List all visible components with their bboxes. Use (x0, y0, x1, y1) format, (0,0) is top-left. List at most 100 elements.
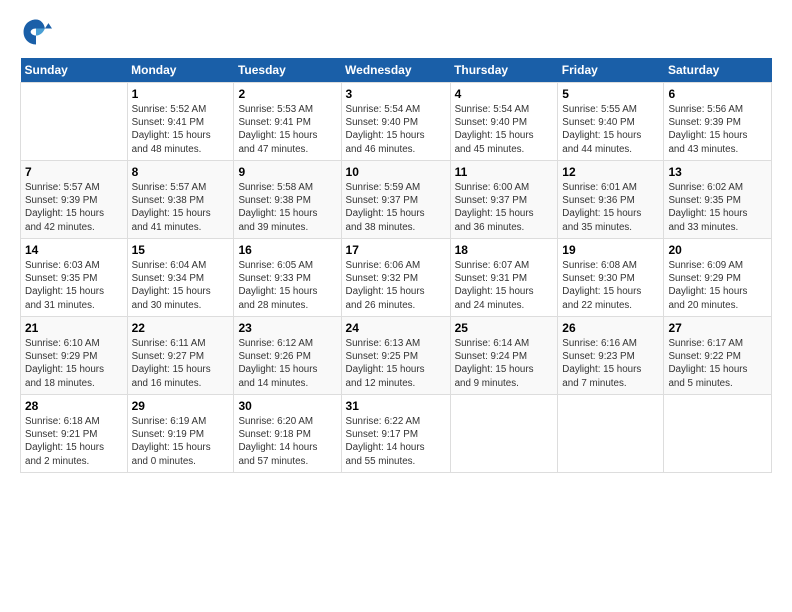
calendar-cell: 6Sunrise: 5:56 AM Sunset: 9:39 PM Daylig… (664, 83, 772, 161)
calendar-cell: 19 Sunrise: 6:08 AM Sunset: 9:30 PM Dayli… (558, 239, 664, 317)
day-info: Sunrise: 5:52 AM Sunset: 9:41 PM Dayligh… (132, 103, 230, 156)
header (20, 16, 772, 48)
day-number: 18 (455, 243, 554, 257)
day-info: Sunrise: 5:58 AM Sunset: 9:38 PM Dayligh… (238, 181, 336, 234)
calendar-cell: 29 Sunrise: 6:19 AM Sunset: 9:19 PM Dayli… (127, 395, 234, 473)
day-info: Sunrise: 6:05 AM Sunset: 9:33 PM Dayligh… (238, 259, 336, 312)
day-number: 11 (455, 165, 554, 179)
day-number: 5 (562, 87, 659, 101)
logo (20, 16, 56, 48)
day-number: 8 (132, 165, 230, 179)
day-info: Sunrise: 6:12 AM Sunset: 9:26 PM Dayligh… (238, 337, 336, 390)
calendar-week-row: 14 Sunrise: 6:03 AM Sunset: 9:35 PM Dayli… (21, 239, 772, 317)
weekday-header: Tuesday (234, 58, 341, 83)
day-number: 4 (455, 87, 554, 101)
day-number: 16 (238, 243, 336, 257)
day-number: 10 (346, 165, 446, 179)
day-number: 3 (346, 87, 446, 101)
calendar-cell: 13Sunrise: 6:02 AM Sunset: 9:35 PM Dayli… (664, 161, 772, 239)
weekday-header: Wednesday (341, 58, 450, 83)
day-number: 22 (132, 321, 230, 335)
day-info: Sunrise: 6:17 AM Sunset: 9:22 PM Dayligh… (668, 337, 767, 390)
day-number: 20 (668, 243, 767, 257)
day-number: 13 (668, 165, 767, 179)
day-info: Sunrise: 5:59 AM Sunset: 9:37 PM Dayligh… (346, 181, 446, 234)
calendar-cell: 30Sunrise: 6:20 AM Sunset: 9:18 PM Dayli… (234, 395, 341, 473)
calendar-cell: 5 Sunrise: 5:55 AM Sunset: 9:40 PM Daylig… (558, 83, 664, 161)
calendar-week-row: 21 Sunrise: 6:10 AM Sunset: 9:29 PM Dayli… (21, 317, 772, 395)
calendar-week-row: 7 Sunrise: 5:57 AM Sunset: 9:39 PM Daylig… (21, 161, 772, 239)
calendar-cell: 3 Sunrise: 5:54 AM Sunset: 9:40 PM Daylig… (341, 83, 450, 161)
calendar-cell: 7 Sunrise: 5:57 AM Sunset: 9:39 PM Daylig… (21, 161, 128, 239)
calendar-cell: 4 Sunrise: 5:54 AM Sunset: 9:40 PM Daylig… (450, 83, 558, 161)
day-number: 15 (132, 243, 230, 257)
day-info: Sunrise: 6:16 AM Sunset: 9:23 PM Dayligh… (562, 337, 659, 390)
page-container: SundayMondayTuesdayWednesdayThursdayFrid… (0, 0, 792, 483)
day-info: Sunrise: 6:10 AM Sunset: 9:29 PM Dayligh… (25, 337, 123, 390)
calendar-cell: 9 Sunrise: 5:58 AM Sunset: 9:38 PM Daylig… (234, 161, 341, 239)
day-info: Sunrise: 5:57 AM Sunset: 9:38 PM Dayligh… (132, 181, 230, 234)
day-number: 24 (346, 321, 446, 335)
day-number: 26 (562, 321, 659, 335)
day-info: Sunrise: 5:56 AM Sunset: 9:39 PM Dayligh… (668, 103, 767, 156)
day-info: Sunrise: 5:53 AM Sunset: 9:41 PM Dayligh… (238, 103, 336, 156)
day-number: 14 (25, 243, 123, 257)
day-info: Sunrise: 6:14 AM Sunset: 9:24 PM Dayligh… (455, 337, 554, 390)
day-number: 21 (25, 321, 123, 335)
calendar-cell (664, 395, 772, 473)
calendar-cell: 31Sunrise: 6:22 AM Sunset: 9:17 PM Dayli… (341, 395, 450, 473)
weekday-header: Sunday (21, 58, 128, 83)
calendar-cell: 22 Sunrise: 6:11 AM Sunset: 9:27 PM Dayli… (127, 317, 234, 395)
day-info: Sunrise: 6:11 AM Sunset: 9:27 PM Dayligh… (132, 337, 230, 390)
day-number: 28 (25, 399, 123, 413)
day-info: Sunrise: 6:19 AM Sunset: 9:19 PM Dayligh… (132, 415, 230, 468)
calendar-week-row: 28Sunrise: 6:18 AM Sunset: 9:21 PM Dayli… (21, 395, 772, 473)
day-number: 30 (238, 399, 336, 413)
day-info: Sunrise: 6:00 AM Sunset: 9:37 PM Dayligh… (455, 181, 554, 234)
calendar-cell: 11 Sunrise: 6:00 AM Sunset: 9:37 PM Dayli… (450, 161, 558, 239)
calendar-cell: 24 Sunrise: 6:13 AM Sunset: 9:25 PM Dayli… (341, 317, 450, 395)
calendar-week-row: 1 Sunrise: 5:52 AM Sunset: 9:41 PM Daylig… (21, 83, 772, 161)
day-info: Sunrise: 5:54 AM Sunset: 9:40 PM Dayligh… (346, 103, 446, 156)
calendar-cell (558, 395, 664, 473)
day-number: 12 (562, 165, 659, 179)
day-info: Sunrise: 6:08 AM Sunset: 9:30 PM Dayligh… (562, 259, 659, 312)
day-info: Sunrise: 5:57 AM Sunset: 9:39 PM Dayligh… (25, 181, 123, 234)
day-number: 29 (132, 399, 230, 413)
day-info: Sunrise: 5:55 AM Sunset: 9:40 PM Dayligh… (562, 103, 659, 156)
calendar-cell: 14 Sunrise: 6:03 AM Sunset: 9:35 PM Dayli… (21, 239, 128, 317)
day-number: 27 (668, 321, 767, 335)
day-number: 23 (238, 321, 336, 335)
calendar-cell: 26 Sunrise: 6:16 AM Sunset: 9:23 PM Dayli… (558, 317, 664, 395)
calendar-cell: 17 Sunrise: 6:06 AM Sunset: 9:32 PM Dayli… (341, 239, 450, 317)
day-number: 9 (238, 165, 336, 179)
day-info: Sunrise: 6:09 AM Sunset: 9:29 PM Dayligh… (668, 259, 767, 312)
day-info: Sunrise: 6:01 AM Sunset: 9:36 PM Dayligh… (562, 181, 659, 234)
calendar-cell (450, 395, 558, 473)
day-info: Sunrise: 6:13 AM Sunset: 9:25 PM Dayligh… (346, 337, 446, 390)
calendar-cell: 12 Sunrise: 6:01 AM Sunset: 9:36 PM Dayli… (558, 161, 664, 239)
calendar-cell: 15Sunrise: 6:04 AM Sunset: 9:34 PM Dayli… (127, 239, 234, 317)
calendar-cell: 27 Sunrise: 6:17 AM Sunset: 9:22 PM Dayli… (664, 317, 772, 395)
logo-icon (20, 16, 52, 48)
calendar-cell (21, 83, 128, 161)
day-number: 19 (562, 243, 659, 257)
calendar-table: SundayMondayTuesdayWednesdayThursdayFrid… (20, 58, 772, 473)
day-info: Sunrise: 5:54 AM Sunset: 9:40 PM Dayligh… (455, 103, 554, 156)
calendar-cell: 10 Sunrise: 5:59 AM Sunset: 9:37 PM Dayli… (341, 161, 450, 239)
calendar-cell: 23 Sunrise: 6:12 AM Sunset: 9:26 PM Dayli… (234, 317, 341, 395)
calendar-cell: 8 Sunrise: 5:57 AM Sunset: 9:38 PM Daylig… (127, 161, 234, 239)
day-info: Sunrise: 6:06 AM Sunset: 9:32 PM Dayligh… (346, 259, 446, 312)
day-number: 1 (132, 87, 230, 101)
day-info: Sunrise: 6:03 AM Sunset: 9:35 PM Dayligh… (25, 259, 123, 312)
calendar-cell: 21 Sunrise: 6:10 AM Sunset: 9:29 PM Dayli… (21, 317, 128, 395)
day-number: 31 (346, 399, 446, 413)
calendar-cell: 20 Sunrise: 6:09 AM Sunset: 9:29 PM Dayli… (664, 239, 772, 317)
weekday-header: Saturday (664, 58, 772, 83)
weekday-header-row: SundayMondayTuesdayWednesdayThursdayFrid… (21, 58, 772, 83)
day-info: Sunrise: 6:07 AM Sunset: 9:31 PM Dayligh… (455, 259, 554, 312)
day-number: 17 (346, 243, 446, 257)
weekday-header: Thursday (450, 58, 558, 83)
day-number: 7 (25, 165, 123, 179)
calendar-cell: 28Sunrise: 6:18 AM Sunset: 9:21 PM Dayli… (21, 395, 128, 473)
